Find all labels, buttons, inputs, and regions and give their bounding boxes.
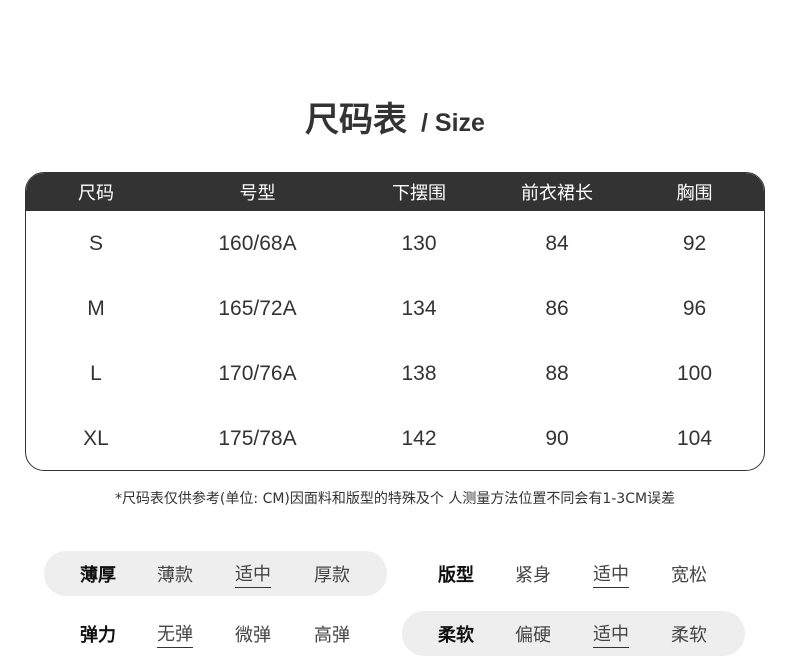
- column-header-model: 号型: [239, 183, 276, 204]
- option-high-stretch: 高弹: [314, 624, 350, 646]
- option-soft: 柔软: [671, 624, 707, 646]
- size-note: *尺码表仅供参考(单位: CM)因面料和版型的特殊及个 人测量方法位置不同会有1…: [114, 491, 676, 507]
- column-header-size: 尺码: [78, 183, 114, 204]
- option-no-stretch-selected: 无弹: [157, 620, 193, 648]
- column-header-hem: 下摆围: [392, 183, 446, 204]
- table-cell: 165/72A: [218, 296, 297, 320]
- table-cell: 84: [545, 231, 569, 255]
- table-cell: 175/78A: [218, 426, 297, 450]
- feature-thickness: 薄厚 薄款 适中 厚款: [44, 551, 387, 596]
- column-header-length: 前衣裙长: [521, 183, 593, 204]
- table-row: L 170/76A 138 88 100: [26, 341, 764, 406]
- table-cell: L: [90, 361, 102, 385]
- feature-elasticity: 弹力 无弹 微弹 高弹: [44, 611, 387, 656]
- option-medium-selected: 适中: [593, 620, 629, 648]
- table-cell: 96: [682, 296, 707, 320]
- title-chinese: 尺码表: [305, 100, 408, 140]
- title-english: / Size: [421, 109, 485, 137]
- table-row: XL 175/78A 142 90 104: [26, 406, 764, 470]
- option-regular-selected: 适中: [593, 560, 629, 588]
- feature-label: 柔软: [438, 624, 474, 646]
- feature-fit: 版型 紧身 适中 宽松: [402, 551, 745, 596]
- size-table: 尺码 号型 下摆围 前衣裙长 胸围 S 160/68A 130 84 92 M …: [25, 172, 765, 471]
- option-thin: 薄款: [157, 564, 193, 586]
- option-slim: 紧身: [515, 564, 551, 586]
- feature-label: 版型: [438, 564, 474, 586]
- feature-label: 弹力: [80, 624, 116, 646]
- option-firm: 偏硬: [515, 624, 551, 646]
- feature-label: 薄厚: [80, 564, 116, 586]
- size-table-header: 尺码 号型 下摆围 前衣裙长 胸围: [26, 173, 764, 211]
- table-cell: 138: [401, 361, 437, 385]
- option-slight-stretch: 微弹: [235, 624, 271, 646]
- column-header-bust: 胸围: [676, 183, 713, 204]
- table-cell: 86: [545, 296, 569, 320]
- table-cell: 100: [676, 361, 713, 385]
- table-cell: S: [88, 231, 103, 255]
- table-cell: 104: [676, 426, 713, 450]
- option-medium-selected: 适中: [235, 560, 271, 588]
- table-cell: 142: [401, 426, 437, 450]
- option-loose: 宽松: [671, 564, 707, 586]
- table-cell: 92: [682, 231, 707, 255]
- table-row: M 165/72A 134 86 96: [26, 276, 764, 341]
- feature-softness: 柔软 偏硬 适中 柔软: [402, 611, 745, 656]
- table-cell: M: [87, 296, 105, 320]
- table-cell: 134: [401, 296, 437, 320]
- table-row: S 160/68A 130 84 92: [26, 211, 764, 276]
- table-cell: 90: [545, 426, 569, 450]
- option-thick: 厚款: [314, 564, 350, 586]
- page-title: 尺码表 / Size: [0, 92, 790, 141]
- table-cell: 88: [545, 361, 569, 385]
- table-cell: 160/68A: [218, 231, 297, 255]
- table-cell: 130: [401, 231, 437, 255]
- table-cell: XL: [83, 426, 109, 450]
- table-cell: 170/76A: [218, 361, 297, 385]
